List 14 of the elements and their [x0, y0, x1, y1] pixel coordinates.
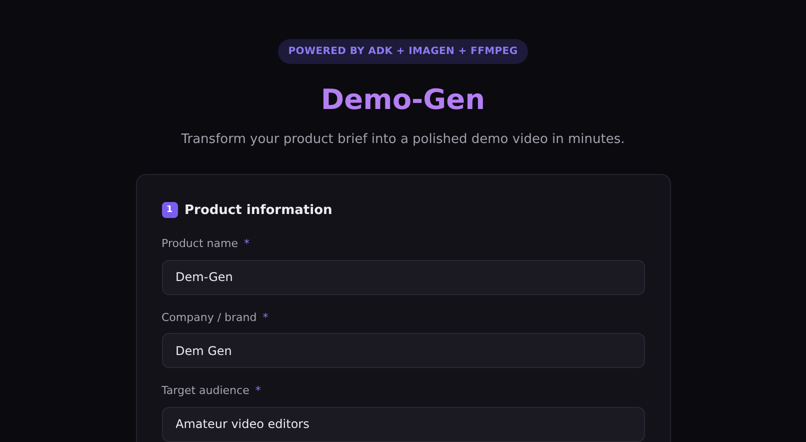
text-input[interactable]: Dem Gen	[162, 333, 644, 368]
field-label: Company / brand	[162, 310, 257, 326]
text-input[interactable]: Dem-Gen	[162, 260, 644, 294]
field-label: Product name	[162, 236, 238, 252]
step-number: 1	[162, 202, 178, 218]
powered-by-badge: POWERED BY ADK + IMAGEN + FFMPEG	[278, 39, 528, 64]
required-mark: *	[255, 383, 261, 399]
required-mark: *	[262, 310, 268, 326]
field-label: Target audience	[162, 383, 250, 399]
section-title: Product information	[184, 202, 332, 220]
required-mark: *	[244, 236, 250, 252]
text-input[interactable]: Amateur video editors	[162, 406, 644, 442]
app-subtitle: Transform your product brief into a polished demo video in minutes.	[181, 131, 625, 149]
app-title: Demo-Gen	[320, 82, 486, 118]
